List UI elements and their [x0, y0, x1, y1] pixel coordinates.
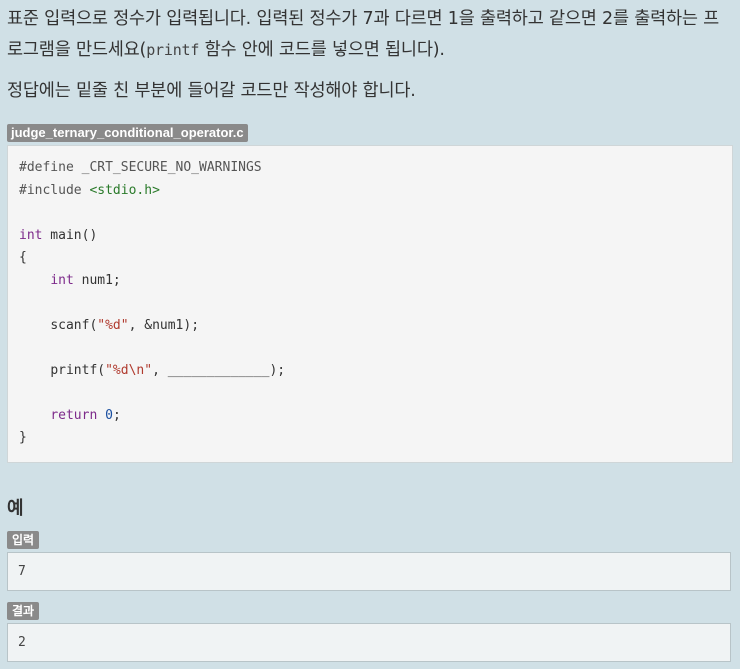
- code-include-directive: #include: [19, 182, 90, 198]
- code-main-signature: main(): [42, 227, 98, 243]
- filename-tag: judge_ternary_conditional_operator.c: [7, 124, 248, 142]
- code-scanf-rest: , &num1);: [128, 317, 200, 333]
- code-decl-type: int: [50, 272, 74, 288]
- code-define: #define _CRT_SECURE_NO_WARNINGS: [19, 160, 262, 175]
- input-label: 입력: [7, 530, 40, 549]
- problem-description: 표준 입력으로 정수가 입력됩니다. 입력된 정수가 7과 다르면 1을 출력하…: [7, 4, 733, 66]
- code-return-end: ;: [112, 407, 121, 423]
- code-block: #define _CRT_SECURE_NO_WARNINGS #include…: [7, 145, 733, 463]
- code-close-brace: }: [19, 430, 27, 445]
- output-label: 결과: [7, 601, 40, 620]
- code-include-header: <stdio.h>: [89, 182, 160, 198]
- code-return-keyword: return: [50, 407, 98, 423]
- code-scanf-format: "%d": [97, 317, 129, 333]
- example-title: 예: [7, 497, 24, 519]
- code-printf-blank: , _____________);: [152, 362, 286, 378]
- answer-note: 정답에는 밑줄 친 부분에 들어갈 코드만 작성해야 합니다.: [7, 81, 416, 101]
- code-printf-fn: printf(: [50, 362, 106, 378]
- code-int-keyword: int: [19, 227, 43, 243]
- output-box: 2: [7, 622, 731, 662]
- code-decl-var: num1;: [73, 272, 121, 288]
- printf-inline-code: printf: [146, 41, 200, 59]
- code-scanf-fn: scanf(: [50, 317, 98, 333]
- input-box: 7: [7, 551, 731, 591]
- code-open-brace: {: [19, 250, 27, 265]
- code-printf-format: "%d\n": [105, 362, 153, 378]
- problem-page: 표준 입력으로 정수가 입력됩니다. 입력된 정수가 7과 다르면 1을 출력하…: [7, 0, 733, 662]
- description-text-end: 함수 안에 코드를 넣으면 됩니다).: [199, 40, 445, 60]
- code-return-value: 0: [105, 407, 113, 423]
